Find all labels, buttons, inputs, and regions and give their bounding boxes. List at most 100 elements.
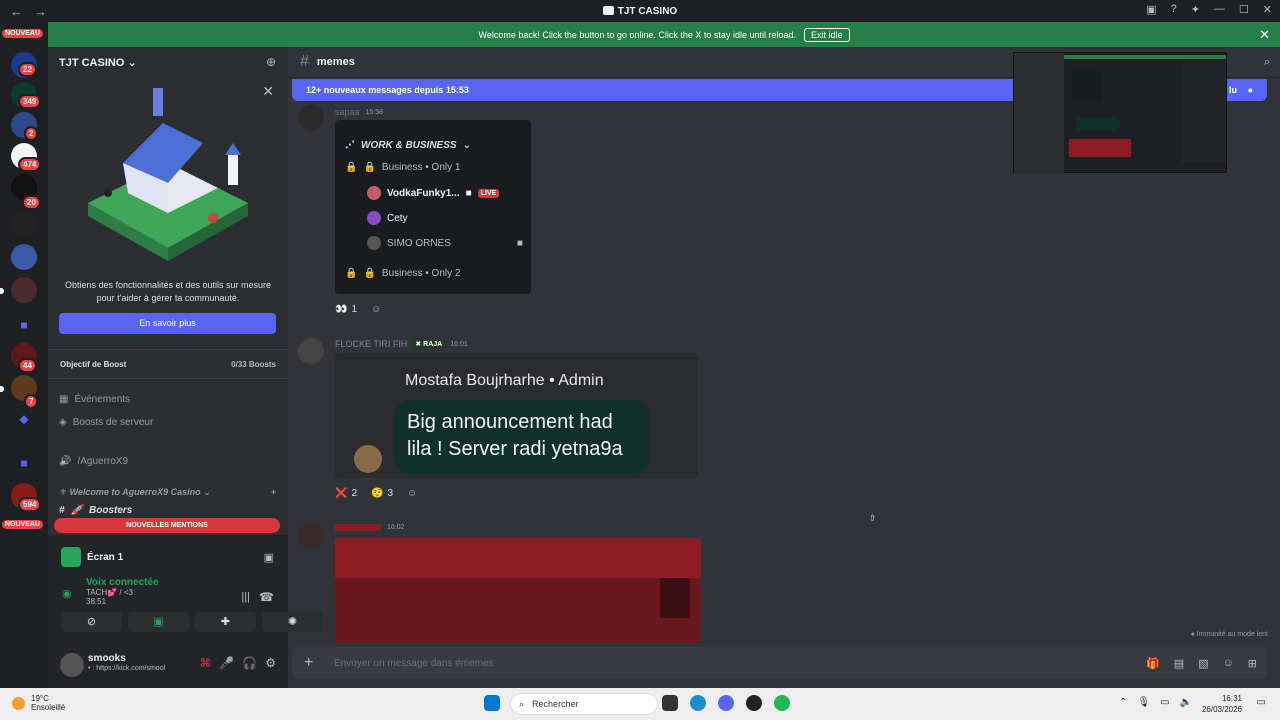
camera-off-button[interactable]: ⊘	[61, 612, 122, 632]
maximize-icon[interactable]: ☐	[1239, 3, 1249, 16]
calendar-icon: ▦	[59, 394, 69, 405]
server-icon[interactable]	[11, 277, 37, 303]
category-header[interactable]: ⚜ Welcome to AguerroX9 Casino ⌄ +	[59, 487, 276, 498]
noise-suppression-icon[interactable]: |||	[241, 591, 250, 603]
reaction[interactable]: ❌ 2	[335, 488, 357, 499]
headphones-icon[interactable]: 🎧	[242, 656, 257, 670]
game-icon[interactable]: ⌘	[199, 656, 211, 670]
task-view-icon[interactable]	[662, 695, 678, 711]
folder-icon[interactable]: ■	[11, 450, 37, 476]
preview-banner	[1064, 55, 1226, 59]
lock-icon: 🔒	[363, 162, 376, 173]
back-arrow-icon[interactable]: ←	[10, 4, 24, 19]
gif-icon[interactable]: ▤	[1174, 657, 1184, 670]
inbox-icon[interactable]: ▣	[1146, 3, 1156, 16]
activities-button[interactable]: ✚	[195, 612, 256, 632]
popout-icon[interactable]: ▣	[264, 551, 274, 564]
preview-image	[1069, 139, 1131, 157]
camera-icon: ■	[516, 237, 523, 249]
server-boosts-item[interactable]: ◈ Boosts de serveur	[59, 417, 153, 428]
author-name[interactable]: FLOCKE TIRI FIH	[335, 339, 407, 349]
notification-icon[interactable]: ▭	[1257, 697, 1266, 708]
message-composer[interactable]: + Envoyer un message dans #memes 🎁 ▤ ▧ ☺…	[292, 647, 1267, 679]
author-name[interactable]	[335, 524, 381, 531]
search-icon[interactable]: ⌕	[1264, 56, 1270, 69]
help-icon[interactable]: ?	[1171, 3, 1177, 16]
image-embed[interactable]: ⋰ WORK & BUSINESS ⌄ 🔒 🔒 Business • Only 1 Vo…	[335, 120, 531, 294]
add-reaction-icon[interactable]: ☺	[407, 488, 417, 499]
events-item[interactable]: ▦ Événements	[59, 394, 130, 405]
voice-connected-label[interactable]: Voix connectée	[86, 577, 159, 588]
spotify-icon[interactable]	[774, 695, 790, 711]
avatar[interactable]	[298, 338, 324, 364]
avatar[interactable]	[298, 523, 324, 549]
avatar	[367, 211, 381, 225]
add-user-icon[interactable]: ⊕	[266, 55, 276, 69]
emoji-icon[interactable]: ☺	[1223, 657, 1234, 670]
message-input[interactable]: Envoyer un message dans #memes	[334, 658, 494, 669]
slowmode-immunity: ● Immunité au mode lent	[1190, 631, 1268, 638]
screen-share-button[interactable]: ▣	[128, 612, 189, 632]
author-name[interactable]: sapaa	[335, 107, 360, 117]
avatar[interactable]	[298, 105, 324, 131]
microphone-icon[interactable]: 🎙	[1137, 697, 1150, 708]
boost-goal[interactable]: Objectif de Boost 0/33 Boosts	[48, 349, 288, 379]
tools-icon[interactable]: ✦	[1191, 3, 1200, 16]
add-channel-icon[interactable]: +	[271, 487, 276, 498]
image-embed[interactable]: Mostafa Boujrharhe • Admin Big announcem…	[335, 353, 698, 478]
server-icon[interactable]	[11, 212, 37, 238]
add-reaction-icon[interactable]: ☺	[371, 304, 381, 315]
close-icon[interactable]: ✕	[262, 83, 274, 100]
discord-logo-icon	[602, 6, 614, 16]
close-icon[interactable]: ✕	[1259, 27, 1270, 43]
server-rail: NOUVEAU 22 349 2 474 20 ■ 44 7 ◆ ■ 594 N…	[0, 22, 48, 688]
game-app-icon[interactable]	[746, 695, 762, 711]
server-icon[interactable]	[11, 244, 37, 270]
minimize-icon[interactable]: —	[1214, 3, 1225, 16]
new-mentions-button[interactable]: NOUVELLES MENTIONS	[54, 518, 280, 533]
disconnect-icon[interactable]: ☎	[259, 590, 274, 604]
stream-row[interactable]: Écran 1	[61, 547, 123, 567]
idle-banner-text: Welcome back! Click the button to go onl…	[478, 29, 796, 40]
preview-bubble	[1076, 117, 1120, 131]
boosters-channel[interactable]: # 🚀 Boosters	[59, 505, 132, 516]
weather-widget[interactable]: 19°C Ensoleillé	[12, 694, 65, 712]
hash-icon: #	[59, 505, 65, 516]
reactions: 👀 1 ☺	[335, 304, 381, 315]
edge-icon[interactable]	[690, 695, 706, 711]
server-icon[interactable]: ◆	[11, 406, 37, 432]
display-icon[interactable]: ▭	[1160, 697, 1169, 708]
taskbar-search[interactable]: ⌕ Rechercher	[510, 693, 658, 715]
server-name[interactable]: TJT CASINO ⌄	[59, 56, 137, 69]
chevron-up-icon[interactable]: ⌃	[1119, 697, 1127, 708]
gear-icon[interactable]: ⚙	[265, 656, 276, 670]
attach-plus-icon[interactable]: +	[304, 654, 334, 672]
unread-badge: 474	[18, 157, 42, 172]
mark-read-icon: ●	[1247, 85, 1253, 95]
apps-icon[interactable]: ⊞	[1248, 657, 1257, 670]
stream-preview[interactable]	[1013, 52, 1227, 173]
reaction[interactable]: 🤨 3	[371, 488, 393, 499]
volume-icon[interactable]: 🔈	[1180, 697, 1192, 708]
clock[interactable]: 16:31 26/03/2026	[1202, 693, 1242, 715]
image-embed[interactable]	[335, 538, 701, 643]
forward-arrow-icon[interactable]: →	[34, 4, 48, 19]
overlay-panel	[660, 578, 690, 618]
sticker-icon[interactable]: ▧	[1198, 657, 1208, 670]
sparkle-icon: ⋰	[345, 140, 355, 151]
avatar[interactable]	[60, 653, 84, 677]
close-window-icon[interactable]: ✕	[1263, 3, 1272, 16]
reactions: ❌ 2 🤨 3 ☺	[335, 488, 417, 499]
microphone-icon[interactable]: 🎤	[219, 656, 234, 670]
voice-channel-item[interactable]: 🔊 /AguerroX9	[59, 456, 128, 467]
unread-badge: 349	[18, 94, 42, 109]
gift-icon[interactable]: 🎁	[1146, 657, 1160, 670]
folder-icon[interactable]: ■	[11, 312, 37, 338]
learn-more-button[interactable]: En savoir plus	[59, 313, 276, 334]
reaction[interactable]: 👀 1	[335, 304, 357, 315]
windows-start-icon[interactable]	[484, 695, 500, 711]
discord-icon[interactable]	[718, 695, 734, 711]
mark-read-label[interactable]: lu	[1229, 85, 1237, 95]
boost-goal-value: 0/33 Boosts	[231, 359, 276, 369]
exit-idle-button[interactable]: Exit idle	[803, 27, 850, 42]
